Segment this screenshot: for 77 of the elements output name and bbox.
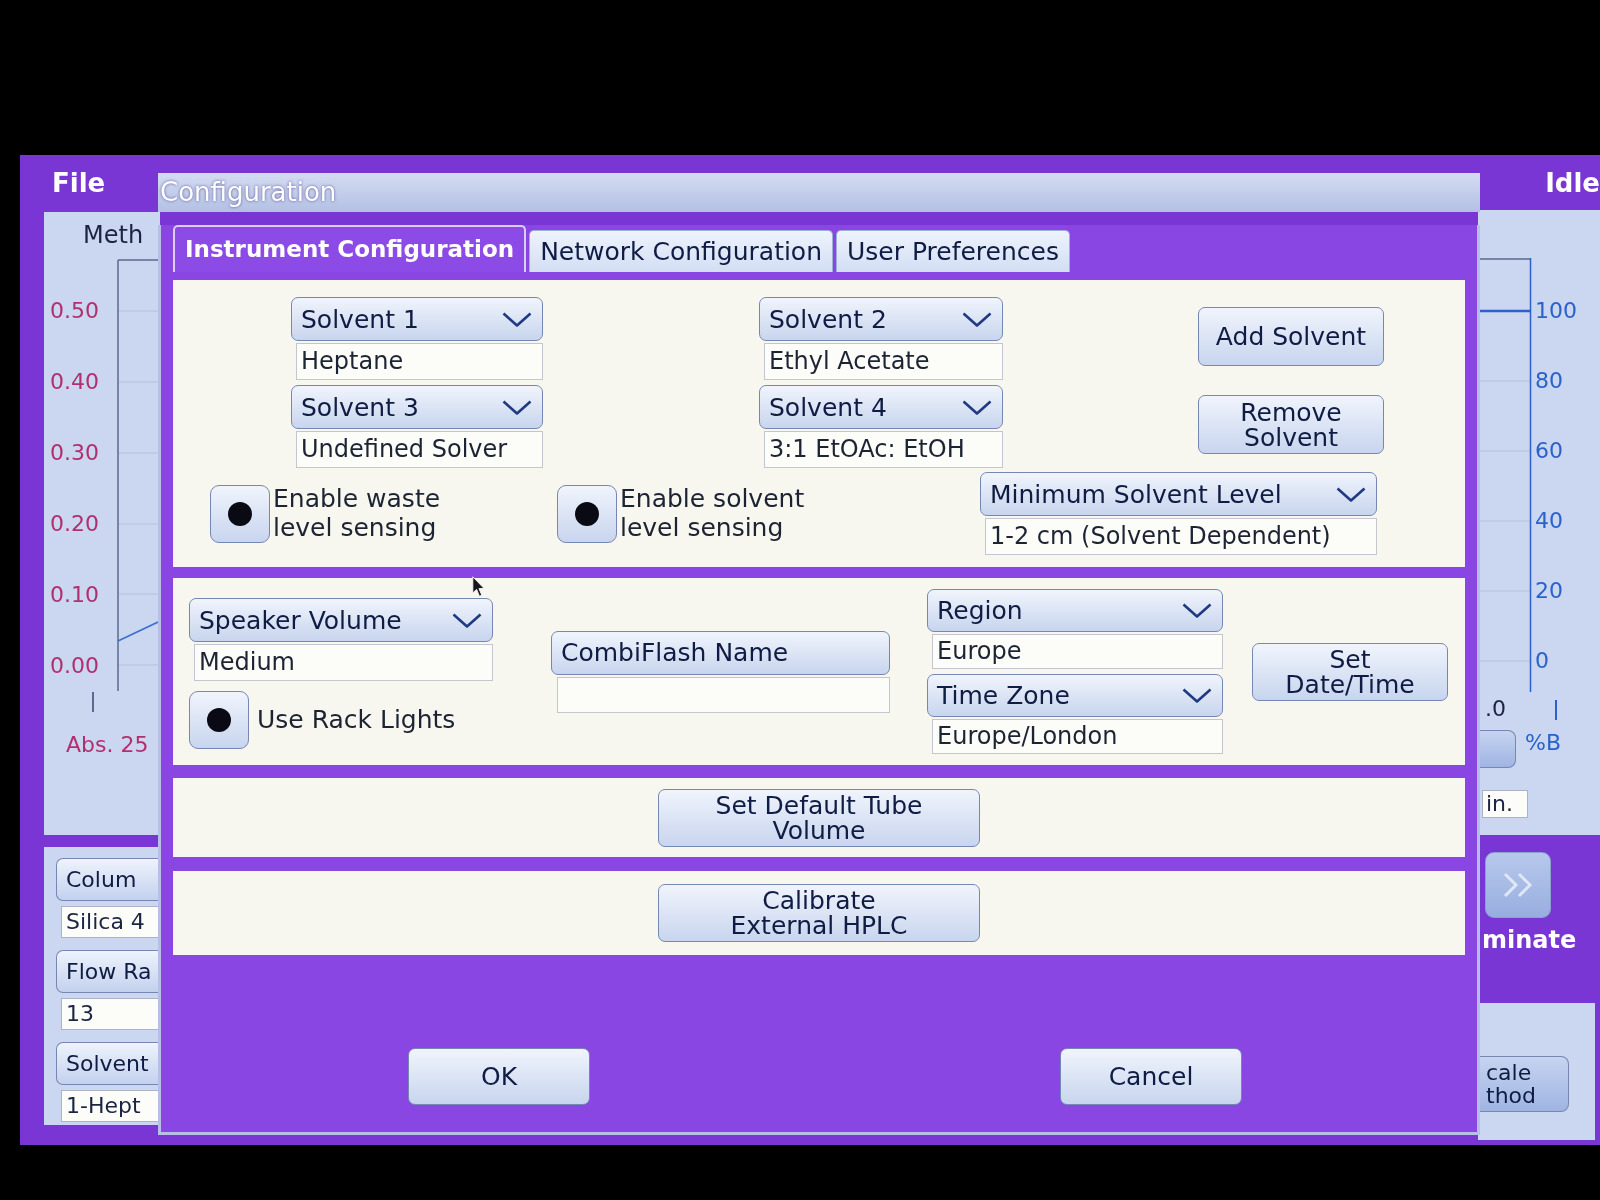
dropdown-button[interactable]: Solvent 2: [759, 297, 1003, 341]
dropdown-button[interactable]: Colum: [56, 858, 160, 901]
axis-label: 0.40: [50, 368, 100, 396]
chevron-down-icon: [502, 399, 532, 415]
axis-label: 0.20: [50, 510, 100, 538]
tick-mark: [1555, 700, 1557, 720]
value-field: Heptane: [296, 343, 543, 380]
forward-button[interactable]: [1485, 852, 1551, 918]
chevron-down-icon: [452, 612, 482, 628]
value-field: Medium: [194, 644, 493, 681]
axis-label: 0: [1535, 647, 1550, 675]
action-button[interactable]: Add Solvent: [1198, 307, 1384, 366]
menu-item[interactable]: File: [20, 166, 106, 199]
axis-title: Abs. 25: [66, 731, 150, 759]
axis-label: 0.30: [50, 439, 100, 467]
checkbox[interactable]: [210, 484, 270, 543]
checkbox-label: Enable solvent level sensing: [620, 484, 805, 543]
dot-icon: [207, 708, 231, 732]
axis-label: 80: [1535, 367, 1564, 395]
axis-label: 0.10: [50, 581, 100, 609]
dropdown-button[interactable]: Minimum Solvent Level: [980, 472, 1377, 516]
checkbox-label: Use Rack Lights: [257, 705, 456, 735]
tick-mark: [92, 692, 94, 712]
value-field: Undefined Solver: [296, 431, 543, 468]
side-button[interactable]: cale thod: [1478, 1056, 1569, 1112]
tab[interactable]: Network Configuration: [529, 230, 833, 272]
axis-label: 60: [1535, 437, 1564, 465]
input-field[interactable]: [557, 676, 890, 713]
checkbox[interactable]: [557, 484, 617, 543]
chevron-down-icon: [1336, 486, 1366, 502]
tab[interactable]: Instrument Configuration: [173, 225, 527, 272]
name-button[interactable]: CombiFlash Name: [551, 630, 890, 675]
value-field: 1-Hept: [61, 1090, 160, 1122]
dropdown-button[interactable]: Solvent: [56, 1042, 160, 1085]
chevron-down-icon: [962, 399, 992, 415]
dialog-title: Configuration: [159, 176, 337, 209]
dialog-button[interactable]: Cancel: [1060, 1048, 1242, 1105]
axis-label: 0.00: [50, 652, 100, 680]
chevron-down-icon: [1182, 603, 1212, 618]
dot-icon: [575, 501, 599, 526]
axis-label: 0.50: [50, 297, 100, 325]
status-text: Idle: [1545, 166, 1600, 199]
chevron-down-icon: [502, 311, 532, 327]
chevron-down-icon: [1182, 688, 1212, 703]
dropdown-button[interactable]: Flow Ra: [56, 950, 160, 993]
value-field: Europe: [932, 634, 1223, 669]
action-button[interactable]: Set Default Tube Volume: [658, 788, 980, 847]
value-field: 1-2 cm (Solvent Dependent): [985, 518, 1377, 555]
tab[interactable]: User Preferences: [836, 230, 1070, 272]
value-field: Silica 4: [61, 906, 160, 938]
dialog-button[interactable]: OK: [408, 1048, 590, 1105]
dropdown-button[interactable]: Solvent 3: [291, 385, 543, 429]
dropdown-button[interactable]: Solvent 4: [759, 385, 1003, 429]
dot-icon: [228, 501, 252, 526]
axis-label: .0: [1485, 696, 1506, 722]
value-field: 13: [61, 998, 160, 1030]
axis-title: %B: [1525, 730, 1561, 756]
value-field: Europe/London: [932, 719, 1223, 754]
action-button[interactable]: Calibrate External HPLC: [658, 884, 980, 942]
dropdown-button[interactable]: Solvent 1: [291, 297, 543, 341]
chevron-down-icon: [962, 311, 992, 327]
dropdown-button[interactable]: Time Zone: [927, 674, 1223, 717]
action-label: minate: [1482, 926, 1578, 954]
action-button[interactable]: Remove Solvent: [1198, 395, 1384, 454]
axis-label: 40: [1535, 507, 1564, 535]
axis-label: 100: [1535, 297, 1577, 325]
value-field: in.: [1482, 790, 1528, 818]
checkbox[interactable]: [189, 691, 249, 749]
axis-label: 20: [1535, 577, 1564, 605]
value-field: Ethyl Acetate: [764, 343, 1003, 380]
action-button[interactable]: Set Date/Time: [1252, 642, 1448, 701]
value-field: 3:1 EtOAc: EtOH: [764, 431, 1003, 468]
chart-title: Meth: [83, 220, 145, 250]
dropdown-button[interactable]: Region: [927, 589, 1223, 632]
dropdown-button[interactable]: Speaker Volume: [189, 598, 493, 642]
double-chevron-right-icon: [1503, 872, 1533, 898]
checkbox-label: Enable waste level sensing: [273, 484, 442, 543]
